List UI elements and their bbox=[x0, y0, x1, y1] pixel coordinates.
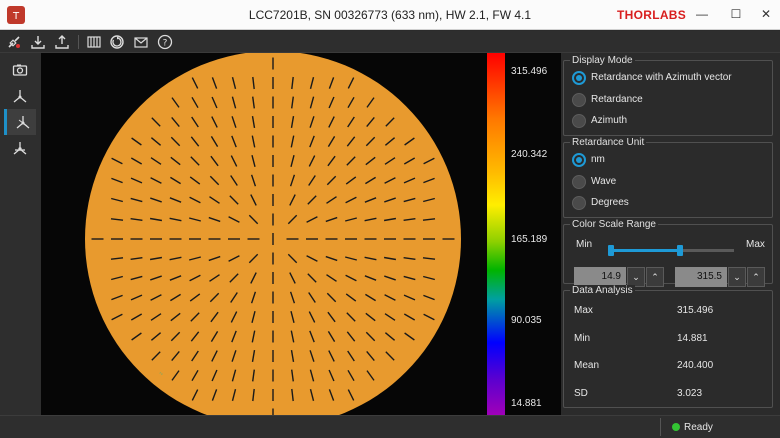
data-key: SD bbox=[574, 388, 588, 399]
data-row-sd: SD 3.023 bbox=[574, 388, 754, 402]
radio-label: Retardance with Azimuth vector bbox=[591, 72, 732, 83]
toolbar: ? bbox=[0, 31, 780, 53]
data-value: 315.496 bbox=[677, 305, 714, 316]
title-bar: T LCC7201B, SN 00326773 (633 nm), HW 2.1… bbox=[0, 0, 780, 30]
min-label: Min bbox=[576, 239, 593, 250]
data-value: 14.881 bbox=[677, 333, 708, 344]
maximize-button[interactable]: ☐ bbox=[722, 3, 750, 25]
range-slider-fill bbox=[608, 249, 680, 252]
data-row-mean: Mean 240.400 bbox=[574, 360, 754, 374]
data-analysis-panel: Data Analysis Max 315.496 Min 14.881 Mea… bbox=[563, 285, 773, 408]
max-increment-button[interactable]: ⌃ bbox=[747, 267, 765, 287]
polarization-icon bbox=[16, 116, 30, 129]
minimize-button[interactable]: — bbox=[688, 3, 716, 25]
colorbar-label: 315.496 bbox=[511, 66, 548, 77]
display-mode-panel: Display Mode Retardance with Azimuth vec… bbox=[563, 55, 773, 136]
refresh-icon[interactable] bbox=[109, 34, 125, 50]
upload-icon[interactable] bbox=[54, 34, 70, 50]
retardance-map[interactable]: ∿ bbox=[41, 53, 487, 415]
panel-title: Color Scale Range bbox=[570, 219, 658, 231]
data-row-min: Min 14.881 bbox=[574, 333, 754, 347]
range-slider-min-handle[interactable] bbox=[608, 245, 614, 256]
panel-title: Data Analysis bbox=[570, 285, 635, 297]
panel-title: Retardance Unit bbox=[570, 137, 647, 149]
data-row-max: Max 315.496 bbox=[574, 305, 754, 319]
data-key: Mean bbox=[574, 360, 600, 371]
radio-indicator[interactable] bbox=[572, 175, 586, 189]
retardance-unit-panel: Retardance Unit nm Wave Degrees bbox=[563, 137, 773, 218]
colorbar-label: 165.189 bbox=[511, 234, 548, 245]
radio-indicator[interactable] bbox=[572, 71, 586, 85]
mail-icon[interactable] bbox=[133, 34, 149, 50]
color-scale-bar bbox=[487, 53, 505, 415]
radio-label: Degrees bbox=[591, 197, 629, 208]
radio-indicator[interactable] bbox=[572, 196, 586, 210]
axes-icon bbox=[13, 90, 27, 103]
sidebar-item-axes[interactable] bbox=[4, 83, 36, 109]
radio-label: Retardance bbox=[591, 94, 643, 105]
data-value: 240.400 bbox=[677, 360, 714, 371]
brand-logo: THORLABS bbox=[617, 8, 687, 22]
colorbar-label: 240.342 bbox=[511, 149, 548, 160]
sidebar bbox=[0, 53, 41, 415]
data-key: Min bbox=[574, 333, 591, 344]
download-icon[interactable] bbox=[30, 34, 46, 50]
network-icon bbox=[13, 142, 27, 155]
toolbar-separator bbox=[78, 35, 79, 49]
colorbar-label: 90.035 bbox=[511, 315, 542, 326]
colorbar-label: 14.881 bbox=[511, 398, 542, 409]
range-slider[interactable] bbox=[608, 245, 734, 256]
radio-label: Wave bbox=[591, 176, 617, 187]
max-decrement-button[interactable]: ⌄ bbox=[728, 267, 746, 287]
grid-icon[interactable] bbox=[86, 34, 102, 50]
max-label: Max bbox=[746, 239, 765, 250]
retardance-map-viewer: ∿ 315.496 240.342 165.189 90.035 14.881 bbox=[41, 53, 561, 415]
status-divider bbox=[660, 418, 661, 436]
color-scale-range-panel: Color Scale Range Min Max 14.9 ⌄ ⌃ 315.5… bbox=[563, 219, 773, 287]
help-icon[interactable]: ? bbox=[157, 34, 173, 50]
camera-icon bbox=[12, 64, 28, 76]
radio-indicator[interactable] bbox=[572, 114, 586, 128]
max-value-input[interactable]: 315.5 bbox=[675, 267, 727, 287]
min-decrement-button[interactable]: ⌄ bbox=[627, 267, 645, 287]
radio-label: Azimuth bbox=[591, 115, 628, 126]
data-value: 3.023 bbox=[677, 388, 703, 399]
panel-title: Display Mode bbox=[570, 55, 635, 67]
data-key: Max bbox=[574, 305, 593, 316]
sidebar-item-camera[interactable] bbox=[4, 57, 36, 83]
radio-indicator[interactable] bbox=[572, 93, 586, 107]
connect-icon[interactable] bbox=[6, 34, 22, 50]
status-bar: Ready bbox=[0, 415, 780, 438]
radio-label: nm bbox=[591, 154, 605, 165]
min-value-input[interactable]: 14.9 bbox=[574, 267, 626, 287]
sidebar-item-polarization[interactable] bbox=[4, 109, 36, 135]
radio-indicator[interactable] bbox=[572, 153, 586, 167]
status-indicator-icon bbox=[672, 423, 680, 431]
map-marker: ∿ bbox=[159, 371, 163, 377]
svg-text:?: ? bbox=[163, 39, 168, 49]
min-increment-button[interactable]: ⌃ bbox=[646, 267, 664, 287]
status-text: Ready bbox=[684, 422, 713, 433]
close-button[interactable]: ✕ bbox=[752, 3, 780, 25]
range-slider-max-handle[interactable] bbox=[676, 245, 683, 256]
sidebar-item-network[interactable] bbox=[4, 135, 36, 161]
